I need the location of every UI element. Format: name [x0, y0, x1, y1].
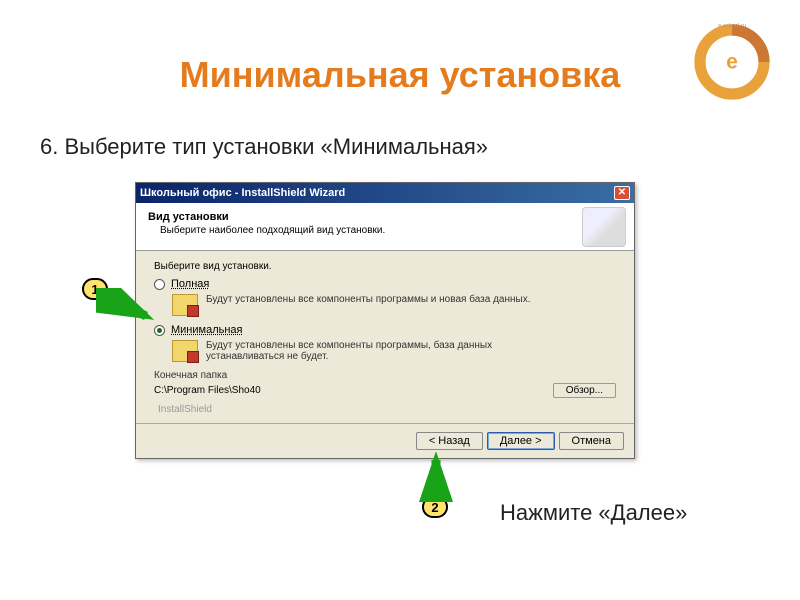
arrow-2: [418, 452, 458, 502]
action-instruction: Нажмите «Далее»: [500, 500, 687, 526]
titlebar: Школьный офис - InstallShield Wizard ✕: [136, 183, 634, 203]
arrow-1: [96, 288, 156, 328]
dest-label: Конечная папка: [154, 370, 616, 381]
option-minimal-desc-row: Будут установлены все компоненты програм…: [172, 340, 616, 362]
option-full-desc: Будут установлены все компоненты програм…: [206, 294, 530, 316]
slide-title: Минимальная установка: [0, 54, 800, 96]
next-button[interactable]: Далее >: [487, 432, 555, 450]
button-row: < Назад Далее > Отмена: [136, 423, 634, 458]
wizard-header: Вид установки Выберите наиболее подходящ…: [136, 203, 634, 251]
step-instruction: 6. Выберите тип установки «Минимальная»: [40, 134, 488, 160]
option-minimal-desc: Будут установлены все компоненты програм…: [206, 340, 536, 362]
wizard-body: Выберите вид установки. Полная Будут уст…: [136, 251, 634, 423]
dest-row: C:\Program Files\Sho40 Обзор...: [154, 383, 616, 398]
installshield-brand: InstallShield: [158, 404, 616, 415]
installer-window: Школьный офис - InstallShield Wizard ✕ В…: [135, 182, 635, 459]
install-icon: [172, 340, 198, 362]
wizard-header-title: Вид установки: [148, 211, 622, 223]
back-button[interactable]: < Назад: [416, 432, 483, 450]
wizard-header-subtitle: Выберите наиболее подходящий вид установ…: [160, 225, 622, 236]
option-full-label: Полная: [171, 278, 209, 290]
install-icon: [172, 294, 198, 316]
close-button[interactable]: ✕: [614, 186, 630, 200]
cancel-button[interactable]: Отмена: [559, 432, 624, 450]
dest-path: C:\Program Files\Sho40: [154, 385, 545, 396]
select-type-label: Выберите вид установки.: [154, 261, 616, 272]
option-minimal[interactable]: Минимальная: [154, 324, 616, 336]
option-minimal-label: Минимальная: [171, 324, 243, 336]
header-icon: [582, 207, 626, 247]
browse-button[interactable]: Обзор...: [553, 383, 616, 398]
option-full-desc-row: Будут установлены все компоненты програм…: [172, 294, 616, 316]
option-full[interactable]: Полная: [154, 278, 616, 290]
logo-caption: e-school.ru: [718, 23, 746, 29]
window-title: Школьный офис - InstallShield Wizard: [140, 187, 345, 199]
